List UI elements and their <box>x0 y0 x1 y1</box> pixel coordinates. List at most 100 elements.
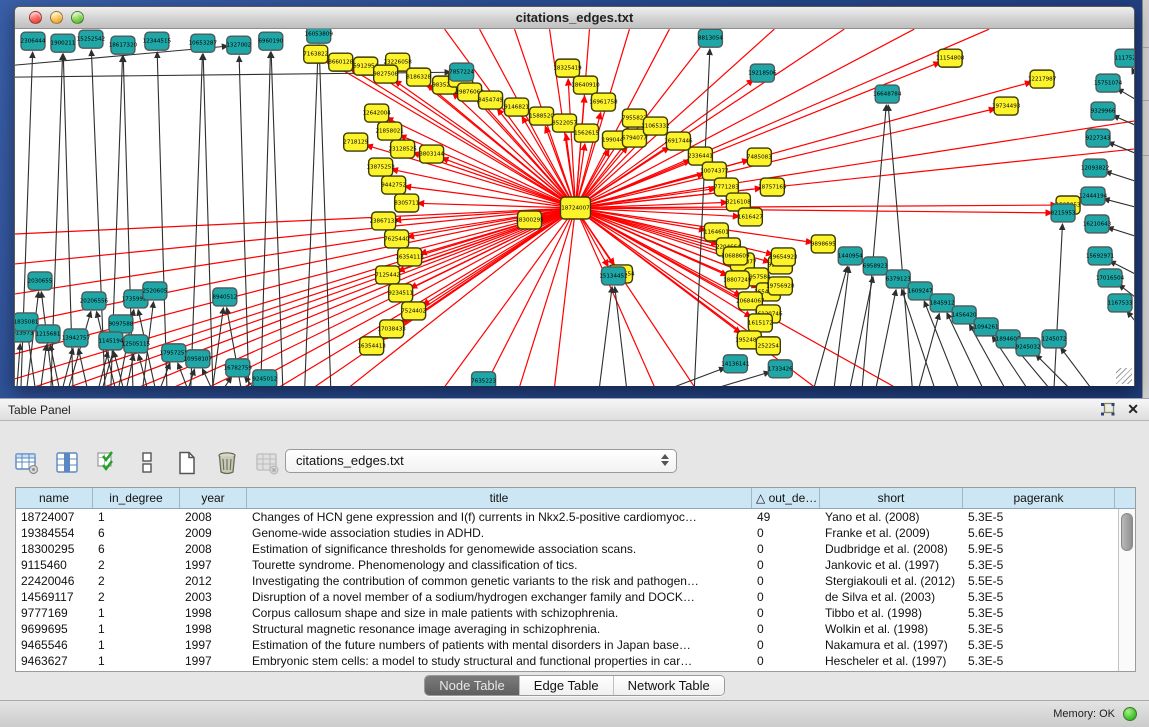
graph-node-teal[interactable]: 9227343 <box>1086 129 1111 147</box>
graph-node-teal[interactable]: 1145194 <box>98 332 123 350</box>
graph-node-yellow[interactable]: 8522057 <box>552 114 577 132</box>
graph-node-yellow[interactable]: 18757165 <box>758 178 787 196</box>
table-check-icon[interactable] <box>94 450 120 476</box>
table-header-row[interactable]: namein_degreeyeartitle△ out_de…shortpage… <box>16 488 1135 509</box>
graph-node-yellow[interactable]: 12217987 <box>1028 70 1057 88</box>
graph-node-teal[interactable]: 2306444 <box>21 32 46 50</box>
window-resize-grip[interactable] <box>1116 368 1132 384</box>
graph-node-yellow[interactable]: 16961758 <box>589 93 618 111</box>
graph-node-yellow[interactable]: 2718129 <box>343 133 368 151</box>
graph-node-teal[interactable]: 6960190 <box>258 32 283 50</box>
graph-node-yellow[interactable]: 7524402 <box>401 302 426 320</box>
graph-node-yellow[interactable]: 1562615 <box>574 124 599 142</box>
graph-node-teal[interactable]: 8215953 <box>1051 204 1076 222</box>
graph-node-yellow[interactable]: 9442752 <box>381 176 406 194</box>
graph-node-yellow[interactable]: 9234511 <box>388 284 413 302</box>
table-disabled-icon[interactable] <box>254 450 280 476</box>
graph-node-yellow[interactable]: 3803144 <box>419 145 444 163</box>
graph-node-teal[interactable]: 2520605 <box>142 282 167 300</box>
graph-node-teal[interactable]: 1327002 <box>226 36 251 54</box>
table-row[interactable]: 946554611997Estimation of the future num… <box>16 637 1135 653</box>
table-panel-header[interactable]: Table Panel ✕ <box>0 399 1149 421</box>
graph-node-yellow[interactable]: 16354113 <box>395 248 424 266</box>
graph-node-yellow[interactable]: 13875253 <box>366 158 395 176</box>
column-header-out_de[interactable]: △ out_de… <box>752 488 820 508</box>
graph-node-teal[interactable]: 1845912 <box>930 294 955 312</box>
graph-node-teal[interactable]: 14136141 <box>721 355 750 373</box>
graph-node-yellow[interactable]: 19756928 <box>766 277 795 295</box>
graph-node-teal[interactable]: 8940512 <box>212 288 237 306</box>
graph-node-teal[interactable]: 19218506 <box>748 64 777 82</box>
delete-icon[interactable] <box>214 450 240 476</box>
graph-node-yellow[interactable]: 11154808 <box>936 49 965 67</box>
scrollbar-thumb[interactable] <box>1121 513 1133 551</box>
table-settings-icon[interactable] <box>14 450 40 476</box>
table-row[interactable]: 911546021997Tourette syndrome. Phenomeno… <box>16 557 1135 573</box>
column-header-pagerank[interactable]: pagerank <box>963 488 1115 508</box>
graph-node-yellow[interactable]: 18325419 <box>553 59 582 77</box>
table-row[interactable]: 1830029562008Estimation of significance … <box>16 541 1135 557</box>
graph-node-teal[interactable]: 9245032 <box>1016 338 1041 356</box>
network-window-titlebar[interactable]: citations_edges.txt <box>15 7 1134 29</box>
graph-node-teal[interactable]: 9097588 <box>108 315 133 333</box>
column-selector-icon[interactable] <box>134 450 160 476</box>
close-icon[interactable]: ✕ <box>1127 402 1139 417</box>
graph-node-teal[interactable]: 1900211 <box>51 34 76 52</box>
graph-node-teal[interactable]: 6379123 <box>886 270 911 288</box>
vertical-scrollbar[interactable] <box>1118 509 1135 671</box>
graph-node-teal[interactable]: 15134451 <box>599 267 628 285</box>
graph-node-yellow[interactable]: 23128525 <box>388 140 417 158</box>
column-header-name[interactable]: name <box>16 488 93 508</box>
graph-node-teal[interactable]: 9245012 <box>252 370 277 386</box>
graph-node-teal[interactable]: 12505115 <box>122 335 151 353</box>
graph-node-yellow[interactable]: 18724007 <box>561 197 591 219</box>
graph-node-yellow[interactable]: 23867133 <box>369 212 398 230</box>
column-header-year[interactable]: year <box>180 488 247 508</box>
graph-node-yellow[interactable]: 1616427 <box>738 208 763 226</box>
graph-node-teal[interactable]: 1440954 <box>838 247 863 265</box>
graph-node-yellow[interactable]: 19734493 <box>992 97 1021 115</box>
graph-node-teal[interactable]: 12344515 <box>143 32 172 50</box>
graph-node-yellow[interactable]: 9146821 <box>504 98 529 116</box>
graph-node-teal[interactable]: 18617320 <box>109 36 138 54</box>
graph-node-yellow[interactable]: 1588520 <box>529 107 554 125</box>
graph-node-yellow[interactable]: 7625440 <box>384 230 409 248</box>
tab-edge-table[interactable]: Edge Table <box>520 676 614 695</box>
graph-node-teal[interactable]: 16648784 <box>873 85 902 103</box>
graph-node-yellow[interactable]: 252254 <box>756 337 780 355</box>
float-window-icon[interactable] <box>1100 402 1115 417</box>
graph-node-yellow[interactable]: 7163822 <box>303 45 328 63</box>
graph-node-teal[interactable]: 15751074 <box>1094 74 1123 92</box>
graph-node-teal[interactable]: 16053809 <box>305 29 334 43</box>
graph-node-yellow[interactable]: 9827508 <box>373 65 398 83</box>
graph-node-yellow[interactable]: 11065332 <box>641 117 669 135</box>
graph-node-teal[interactable]: 1609247 <box>908 282 933 300</box>
table-row[interactable]: 977716911998Corpus callosum shape and si… <box>16 605 1135 621</box>
graph-node-teal[interactable]: 1733426 <box>768 360 793 378</box>
graph-node-yellow[interactable]: 21858021 <box>375 122 404 140</box>
table-row[interactable]: 2242004622012Investigating the contribut… <box>16 573 1135 589</box>
graph-node-teal[interactable]: 1167533 <box>1108 294 1133 312</box>
table-body[interactable]: 1872400712008Changes of HCN gene express… <box>16 509 1135 669</box>
citation-graph[interactable]: 1872400771638228660128591295423226058982… <box>15 29 1134 386</box>
graph-node-teal[interactable]: 15692971 <box>1086 247 1115 265</box>
table-column-icon[interactable] <box>54 450 80 476</box>
graph-node-yellow[interactable]: 18807249 <box>723 271 752 289</box>
graph-node-yellow[interactable]: 8305711 <box>394 194 419 212</box>
graph-node-yellow[interactable]: 12642004 <box>362 104 391 122</box>
graph-node-teal[interactable]: 16210643 <box>1083 215 1112 233</box>
graph-node-teal[interactable]: 15252542 <box>77 30 105 48</box>
graph-node-yellow[interactable]: 10688609 <box>721 247 750 265</box>
new-document-icon[interactable] <box>174 450 200 476</box>
graph-node-teal[interactable]: 13942757 <box>62 329 91 347</box>
graph-node-teal[interactable]: 8813054 <box>698 29 723 47</box>
graph-node-teal[interactable]: 10958107 <box>184 350 213 368</box>
graph-node-yellow[interactable]: 18300295 <box>515 211 544 229</box>
graph-node-teal[interactable]: 1456420 <box>952 306 977 324</box>
node-table[interactable]: namein_degreeyeartitle△ out_de…shortpage… <box>15 487 1136 672</box>
tab-node-table[interactable]: Node Table <box>425 676 520 695</box>
graph-node-teal[interactable]: 1245072 <box>1042 330 1067 348</box>
graph-node-yellow[interactable]: 18640910 <box>571 76 600 94</box>
table-row[interactable]: 1872400712008Changes of HCN gene express… <box>16 509 1135 525</box>
graph-node-teal[interactable]: 1117520 <box>1115 49 1134 67</box>
